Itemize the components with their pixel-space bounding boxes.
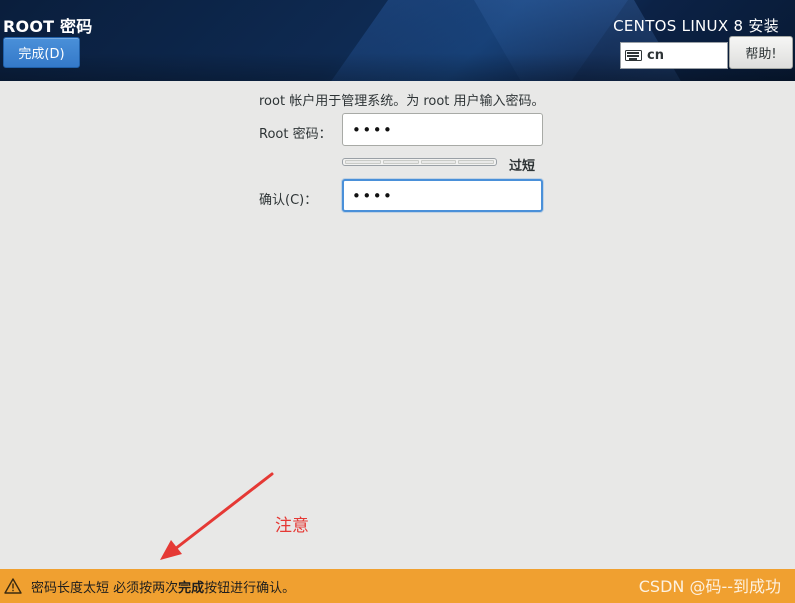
warning-icon: [4, 578, 22, 594]
keyboard-icon: [625, 50, 642, 61]
watermark: CSDN @码--到成功: [638, 577, 781, 596]
header-bar: ROOT 密码 完成(D) CENTOS LINUX 8 安装 cn 帮助!: [0, 0, 795, 81]
intro-text: root 帐户用于管理系统。为 root 用户输入密码。: [259, 94, 545, 109]
done-button[interactable]: 完成(D): [3, 37, 80, 68]
password-strength-label: 过短: [509, 159, 536, 174]
password-label: Root 密码：: [259, 127, 332, 142]
help-button[interactable]: 帮助!: [729, 36, 793, 69]
annotation-note: 注意: [275, 516, 309, 536]
warning-message: 密码长度太短 必须按两次完成按钮进行确认。: [31, 580, 296, 596]
password-field[interactable]: ••••: [342, 113, 543, 146]
page-title: ROOT 密码: [3, 17, 93, 36]
password-strength-meter: [342, 158, 497, 166]
confirm-label: 确认(C)：: [259, 193, 318, 208]
keyboard-layout-label: cn: [647, 48, 664, 63]
keyboard-layout-indicator[interactable]: cn: [620, 42, 728, 69]
product-title: CENTOS LINUX 8 安装: [613, 17, 779, 35]
confirm-password-field[interactable]: ••••: [342, 179, 543, 212]
